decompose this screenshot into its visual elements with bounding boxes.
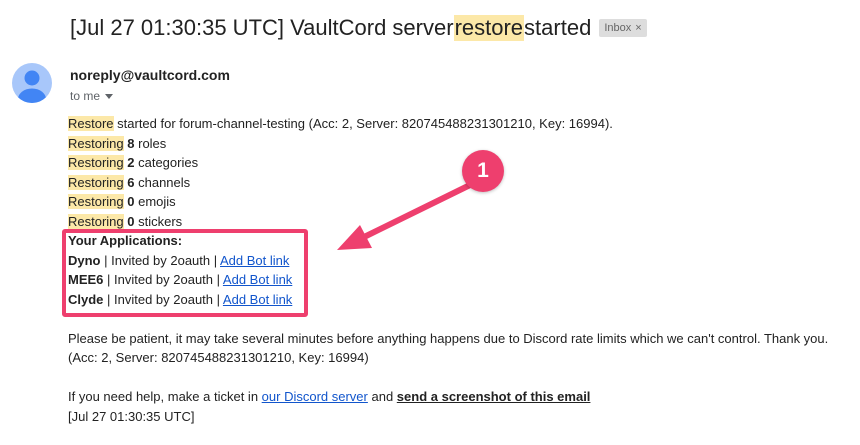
step-marker: 1 [462, 150, 504, 192]
callout-arrow [337, 182, 473, 250]
